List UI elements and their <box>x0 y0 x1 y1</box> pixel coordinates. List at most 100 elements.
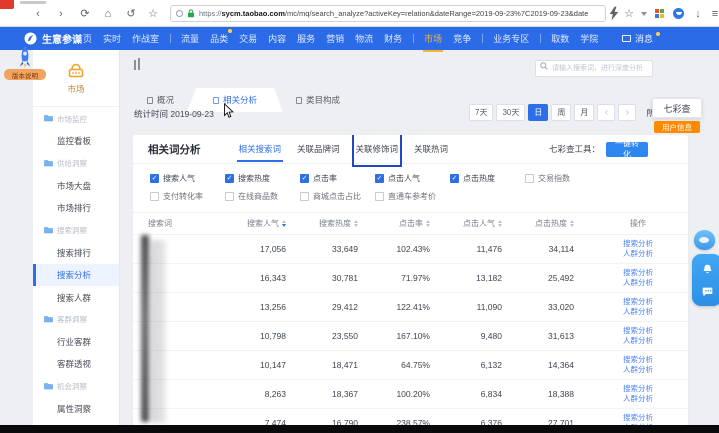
checkbox-checked[interactable]: ✓ <box>375 174 384 183</box>
reader-mode-icon[interactable] <box>176 10 183 17</box>
metric-pay-conversion[interactable]: 支付转化率 <box>150 191 225 202</box>
checkbox-checked[interactable]: ✓ <box>450 174 459 183</box>
version-notes-tooltip[interactable]: 版本说明 <box>4 69 46 80</box>
nav-item-logistics[interactable]: 物流 <box>355 32 373 45</box>
nav-item-content[interactable]: 内容 <box>268 32 286 45</box>
back-icon[interactable]: ‹ <box>30 0 46 27</box>
star-icon[interactable]: ☆ <box>621 0 637 27</box>
nav-item-home[interactable]: 首页 <box>74 32 92 45</box>
search-analysis-link[interactable]: 搜索分析 <box>588 239 688 249</box>
column-header-4[interactable]: 点击人气 <box>444 218 516 229</box>
sort-carets-icon[interactable] <box>498 220 502 227</box>
refresh-icon[interactable]: ⟳ <box>77 0 93 27</box>
nav-item-academy[interactable]: 学院 <box>580 32 598 45</box>
sidebar-group-supply-insight[interactable]: 供给洞察 <box>33 153 119 175</box>
nav-item-finance[interactable]: 财务 <box>384 32 402 45</box>
sidebar-item-search-analysis[interactable]: 搜索分析 <box>33 264 119 286</box>
sidebar-item-search-crowd[interactable]: 搜索人群 <box>33 286 119 308</box>
date-button-30d[interactable]: 30天 <box>496 104 525 121</box>
date-button-day[interactable]: 日 <box>528 104 548 121</box>
nav-item-trade[interactable]: 交易 <box>239 32 257 45</box>
column-header-1[interactable]: 搜索人气 <box>228 218 300 229</box>
nav-item-realtime[interactable]: 实时 <box>103 32 121 45</box>
lightning-icon[interactable] <box>609 0 619 27</box>
bookmark-icon[interactable]: ☆ <box>145 0 161 27</box>
sidebar-item-crowd-perspective[interactable]: 客群透视 <box>33 353 119 375</box>
column-header-5[interactable]: 点击热度 <box>516 218 588 229</box>
collapse-handle-icon[interactable] <box>134 58 142 70</box>
checkbox-checked[interactable]: ✓ <box>300 174 309 183</box>
search-analysis-link[interactable]: 搜索分析 <box>588 268 688 278</box>
metric-click-popularity[interactable]: ✓点击人气 <box>375 173 450 184</box>
sidebar-group-opportunity-insight[interactable]: 机会洞察 <box>33 376 119 398</box>
search-analysis-link[interactable]: 搜索分析 <box>588 326 688 336</box>
menu-icon[interactable]: ≡ <box>707 0 719 27</box>
metric-click-heat[interactable]: ✓点击热度 <box>450 173 525 184</box>
crowd-analysis-link[interactable]: 人群分析 <box>588 278 688 288</box>
card-tab-related-modifier-words[interactable]: 关联修饰词 <box>356 136 399 163</box>
checkbox-unchecked[interactable] <box>225 192 234 201</box>
bell-icon[interactable] <box>701 263 714 276</box>
metric-mall-click-share[interactable]: 商城点击占比 <box>300 191 375 202</box>
mascot-avatar[interactable] <box>694 230 715 250</box>
forward-icon[interactable]: › <box>53 0 69 27</box>
search-analysis-link[interactable]: 搜索分析 <box>588 355 688 365</box>
metric-click-rate[interactable]: ✓点击率 <box>300 173 375 184</box>
sidebar-item-monitor-board[interactable]: 监控看板 <box>33 130 119 152</box>
sort-carets-icon[interactable] <box>354 220 358 227</box>
sidebar-item-search-rank[interactable]: 搜索排行 <box>33 242 119 264</box>
column-header-3[interactable]: 点击率 <box>372 218 444 229</box>
crowd-analysis-link[interactable]: 人群分析 <box>588 249 688 259</box>
checkbox-checked[interactable]: ✓ <box>225 174 234 183</box>
nav-item-biz-zone[interactable]: 业务专区 <box>493 32 529 45</box>
checkbox-unchecked[interactable] <box>150 192 159 201</box>
nav-item-service[interactable]: 服务 <box>297 32 315 45</box>
sidebar-item-industry-crowd[interactable]: 行业客群 <box>33 331 119 353</box>
nav-item-war-room[interactable]: 作战室 <box>132 32 159 45</box>
metric-search-popularity[interactable]: ✓搜索人气 <box>150 173 225 184</box>
crowd-analysis-link[interactable]: 人群分析 <box>588 365 688 375</box>
date-button-prev[interactable]: ‹ <box>597 104 615 121</box>
date-button-7d[interactable]: 7天 <box>469 104 493 121</box>
search-input[interactable] <box>535 60 653 77</box>
sidebar-group-market-monitor[interactable]: 市场监控 <box>33 108 119 130</box>
chat-icon[interactable] <box>701 286 714 298</box>
profile-extension-icon[interactable] <box>673 8 684 19</box>
one-click-convert-button[interactable]: 一键转化 <box>606 142 648 157</box>
card-tab-related-hot-words[interactable]: 关联热词 <box>414 136 448 163</box>
sidebar-item-attribute-insight[interactable]: 属性洞察 <box>33 398 119 420</box>
address-bar[interactable]: https://sycm.taobao.com/mc/mq/search_ana… <box>170 5 606 22</box>
date-button-week[interactable]: 周 <box>551 104 571 121</box>
checkbox-unchecked[interactable] <box>300 192 309 201</box>
nav-item-compete[interactable]: 竞争 <box>453 32 471 45</box>
column-header-2[interactable]: 搜索热度 <box>300 218 372 229</box>
sidebar-group-search-insight[interactable]: 搜索洞察 <box>33 219 119 241</box>
qicai-popup[interactable]: 七彩查 <box>652 98 702 118</box>
sort-carets-icon[interactable] <box>282 220 286 227</box>
downloads-icon[interactable]: ↓ <box>690 0 706 27</box>
date-button-next[interactable]: › <box>618 104 636 121</box>
checkbox-checked[interactable]: ✓ <box>150 174 159 183</box>
sort-carets-icon[interactable] <box>570 220 574 227</box>
metric-search-heat[interactable]: ✓搜索热度 <box>225 173 300 184</box>
sort-carets-icon[interactable] <box>426 220 430 227</box>
checkbox-unchecked[interactable] <box>525 174 534 183</box>
card-tab-related-search-words[interactable]: 相关搜索词 <box>239 136 282 163</box>
user-info-badge[interactable]: 用户信息 <box>654 121 700 133</box>
card-tab-related-brand-words[interactable]: 关联品牌词 <box>297 136 340 163</box>
metric-online-items[interactable]: 在线商品数 <box>225 191 300 202</box>
history-icon[interactable]: ↺ <box>123 0 139 27</box>
metric-trade-index[interactable]: 交易指数 <box>525 173 600 184</box>
nav-item-marketing[interactable]: 营销 <box>326 32 344 45</box>
sidebar-group-customer-insight[interactable]: 客群洞察 <box>33 309 119 331</box>
date-button-month[interactable]: 月 <box>574 104 594 121</box>
search-analysis-link[interactable]: 搜索分析 <box>588 384 688 394</box>
nav-item-traffic[interactable]: 流量 <box>181 32 199 45</box>
chevron-down-icon[interactable] <box>641 12 647 16</box>
extensions-grid-icon[interactable] <box>655 9 664 18</box>
sidebar-item-market-overview[interactable]: 市场大盘 <box>33 175 119 197</box>
nav-item-data[interactable]: 取数 <box>551 32 569 45</box>
crowd-analysis-link[interactable]: 人群分析 <box>588 307 688 317</box>
nav-item-market[interactable]: 市场 <box>424 32 442 45</box>
tab-category-structure[interactable]: 类目构成 <box>283 88 353 112</box>
